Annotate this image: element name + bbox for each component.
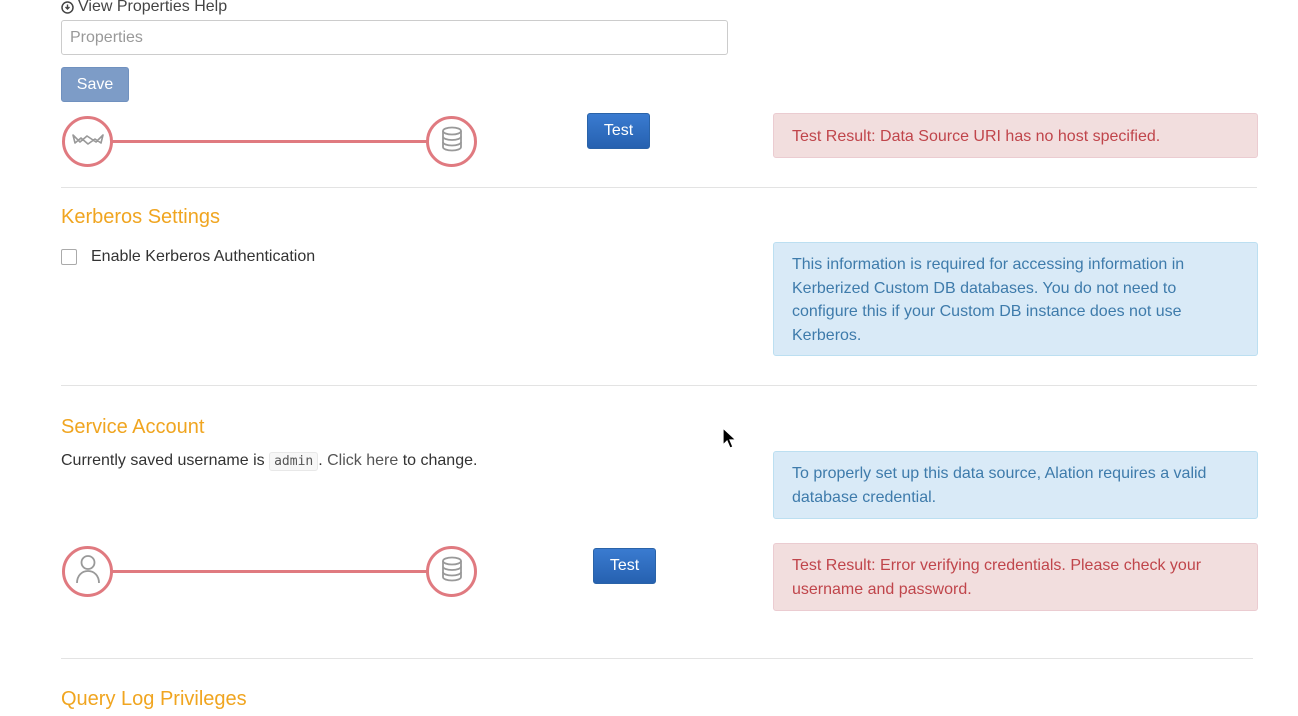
properties-input[interactable] xyxy=(61,20,728,55)
service-account-title: Service Account xyxy=(61,416,205,438)
user-node xyxy=(62,546,113,597)
database-icon xyxy=(441,556,463,587)
save-button[interactable]: Save xyxy=(61,67,129,102)
connection-test-result-alert: Test Result: Data Source URI has no host… xyxy=(773,113,1258,158)
enable-kerberos-label: Enable Kerberos Authentication xyxy=(91,248,316,265)
section-divider xyxy=(61,658,1253,659)
database-icon xyxy=(441,126,463,157)
kerberos-settings-title: Kerberos Settings xyxy=(61,206,220,228)
test-connection-button[interactable]: Test xyxy=(587,113,650,149)
enable-kerberos-checkbox[interactable] xyxy=(61,249,77,265)
mouse-cursor-icon xyxy=(722,426,738,456)
credential-test-result-alert: Test Result: Error verifying credentials… xyxy=(773,543,1258,611)
saved-username-text: Currently saved username is admin. Click… xyxy=(61,452,478,471)
credential-line xyxy=(112,570,432,573)
saved-username-separator: . xyxy=(318,452,328,469)
view-properties-help-label: View Properties Help xyxy=(78,0,228,15)
saved-username-suffix: to change. xyxy=(398,452,478,469)
datasource-node xyxy=(62,116,113,167)
saved-username-prefix: Currently saved username is xyxy=(61,452,265,469)
section-divider xyxy=(61,187,1257,188)
test-credentials-button[interactable]: Test xyxy=(593,548,656,584)
help-circle-icon xyxy=(61,0,74,14)
database-node xyxy=(426,116,477,167)
query-log-privileges-title: Query Log Privileges xyxy=(61,688,247,710)
kerberos-info-alert: This information is required for accessi… xyxy=(773,242,1258,356)
service-account-info-alert: To properly set up this data source, Ala… xyxy=(773,451,1258,519)
database-node xyxy=(426,546,477,597)
connection-line xyxy=(112,140,432,143)
user-icon xyxy=(75,554,101,589)
saved-username-value: admin xyxy=(269,452,319,471)
view-properties-help-link[interactable]: View Properties Help xyxy=(61,0,227,16)
datasource-icon xyxy=(71,129,105,154)
change-username-link[interactable]: Click here xyxy=(327,452,398,469)
section-divider xyxy=(61,385,1257,386)
